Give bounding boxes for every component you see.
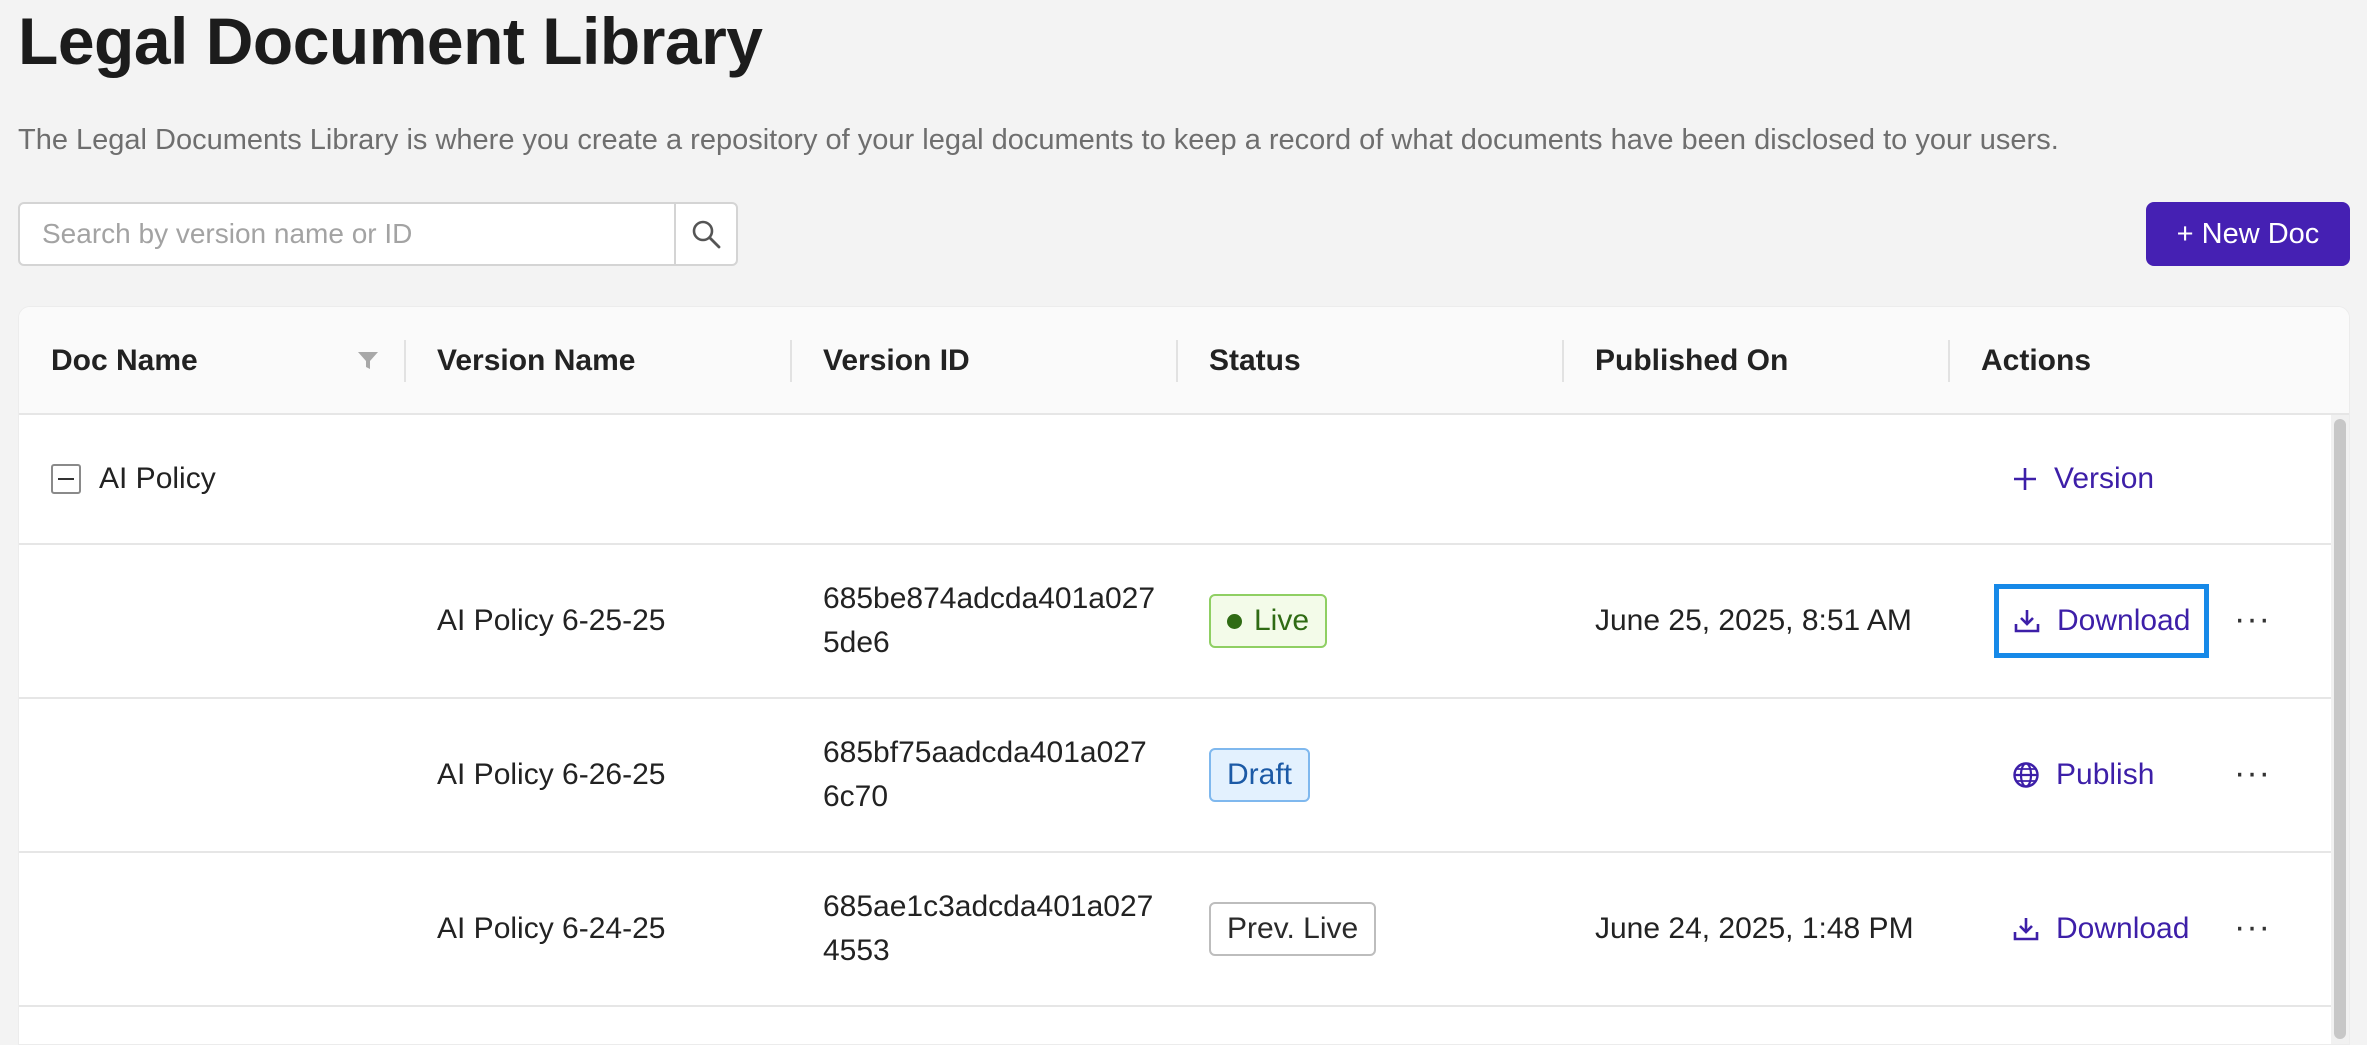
- download-label: Download: [2056, 912, 2190, 945]
- version-name: AI Policy 6-25-25: [437, 604, 666, 637]
- search-bar: [18, 202, 738, 266]
- version-id: 685be874adcda401a027 5de6: [823, 545, 1155, 697]
- legal-document-library-page: Legal Document Library The Legal Documen…: [0, 0, 2367, 1045]
- scrollbar-thumb[interactable]: [2334, 419, 2346, 1039]
- minus-square-icon[interactable]: [51, 464, 81, 494]
- status-cell: Draft: [1209, 699, 1311, 851]
- published-on: June 24, 2025, 1:48 PM: [1595, 912, 1914, 945]
- column-header-status: Status: [1209, 344, 1301, 377]
- version-id-line: 685bf75aadcda401a027: [823, 736, 1147, 769]
- status-badge: Draft: [1209, 748, 1311, 802]
- published-on: June 25, 2025, 8:51 AM: [1595, 604, 1912, 637]
- status-badge: Prev. Live: [1209, 902, 1377, 956]
- search-icon: [692, 220, 721, 249]
- group-name-cell: AI Policy: [51, 415, 216, 543]
- download-button[interactable]: Download: [2012, 907, 2189, 951]
- version-id-line: 4553: [823, 934, 890, 967]
- group-row-ai-policy: AI Policy Version: [19, 415, 2331, 545]
- status-badge: Live: [1209, 594, 1328, 648]
- column-separator[interactable]: [1176, 340, 1178, 382]
- version-id: 685bf75aadcda401a027 6c70: [823, 699, 1147, 851]
- filter-icon[interactable]: [356, 349, 380, 373]
- live-dot-icon: [1227, 613, 1242, 629]
- add-version-button[interactable]: Version: [2012, 457, 2154, 501]
- more-horizontal-icon[interactable]: ···: [2234, 597, 2271, 641]
- search-input[interactable]: [20, 204, 674, 264]
- download-label: Download: [2057, 604, 2191, 637]
- actions-cell: Version: [2012, 415, 2154, 543]
- download-icon: [2013, 918, 2039, 941]
- version-id-line: 5de6: [823, 626, 890, 659]
- more-horizontal-icon[interactable]: ···: [2234, 751, 2271, 795]
- column-header-doc-name[interactable]: Doc Name: [51, 307, 198, 415]
- table-row: AI Policy 6-24-25 685ae1c3adcda401a027 4…: [19, 853, 2331, 1007]
- publish-button[interactable]: Publish: [2012, 753, 2154, 797]
- column-separator[interactable]: [1948, 340, 1950, 382]
- status-cell: Prev. Live: [1209, 853, 1377, 1005]
- column-header-version-name: Version Name: [437, 344, 636, 377]
- version-id: 685ae1c3adcda401a027 4553: [823, 853, 1153, 1005]
- column-separator[interactable]: [790, 340, 792, 382]
- page-title: Legal Document Library: [18, 4, 763, 78]
- actions-cell: Download: [1994, 545, 2210, 697]
- globe-icon: [2013, 762, 2039, 788]
- actions-cell: Publish: [2012, 699, 2154, 851]
- publish-label: Publish: [2056, 758, 2155, 791]
- version-name: AI Policy 6-26-25: [437, 758, 666, 791]
- search-button[interactable]: [674, 204, 736, 264]
- plus-icon: [2014, 468, 2036, 490]
- version-id-line: 6c70: [823, 780, 889, 813]
- group-name: AI Policy: [99, 462, 216, 495]
- new-doc-button[interactable]: + New Doc: [2146, 202, 2350, 266]
- page-description: The Legal Documents Library is where you…: [18, 124, 2059, 156]
- version-id-line: 685be874adcda401a027: [823, 582, 1156, 615]
- status-badge-label: Live: [1254, 604, 1310, 637]
- table-row: AI Policy 6-26-25 685bf75aadcda401a027 6…: [19, 699, 2331, 853]
- column-header-published-on: Published On: [1595, 344, 1789, 377]
- actions-cell: Download: [2012, 853, 2189, 1005]
- documents-table: Doc Name Version Name Version ID Status …: [18, 306, 2350, 1045]
- column-header-version-id: Version ID: [823, 344, 970, 377]
- download-button[interactable]: Download: [1994, 584, 2210, 658]
- table-row: AI Policy 6-25-25 685be874adcda401a027 5…: [19, 545, 2331, 699]
- more-horizontal-icon[interactable]: ···: [2234, 905, 2271, 949]
- column-separator[interactable]: [1562, 340, 1564, 382]
- version-id-line: 685ae1c3adcda401a027: [823, 890, 1154, 923]
- status-cell: Live: [1209, 545, 1328, 697]
- column-separator[interactable]: [404, 340, 406, 382]
- table-header: Doc Name Version Name Version ID Status …: [19, 307, 2349, 415]
- download-icon: [2014, 610, 2040, 633]
- add-version-label: Version: [2054, 462, 2155, 495]
- column-header-actions: Actions: [1981, 344, 2092, 377]
- version-name: AI Policy 6-24-25: [437, 912, 666, 945]
